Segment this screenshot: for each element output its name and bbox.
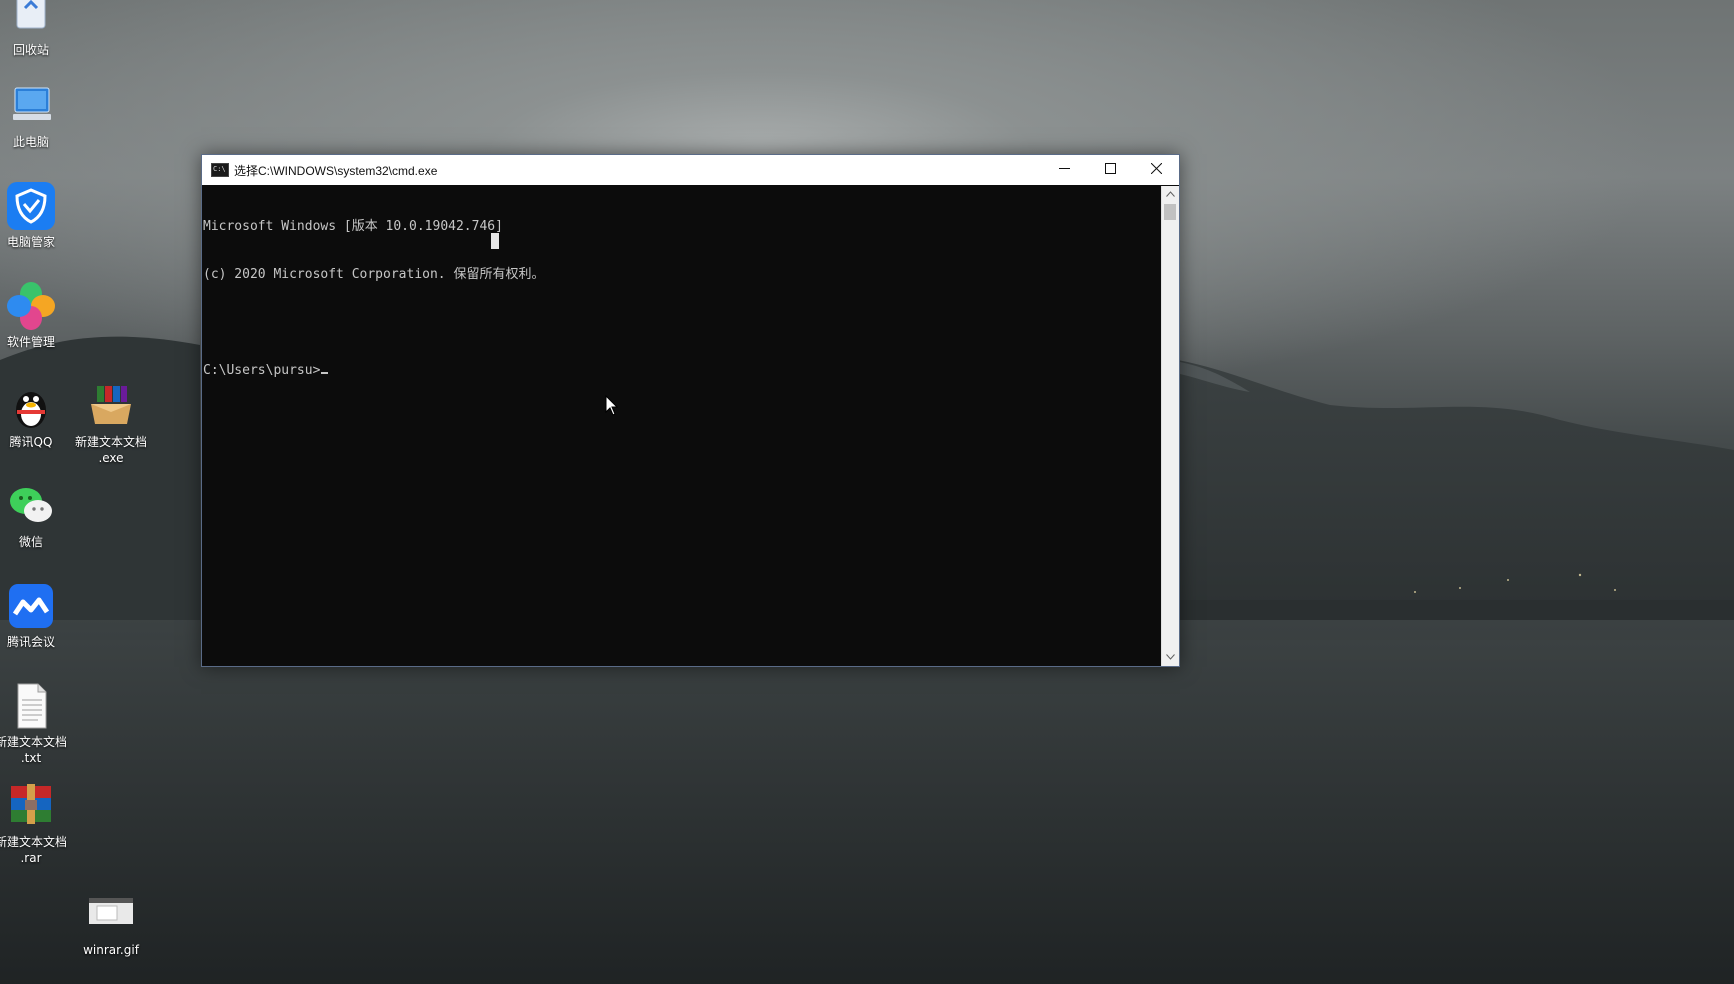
desktop-icon-new-text-txt[interactable]: 新建文本文档 .txt (0, 680, 73, 766)
title-bar[interactable]: 选择C:\WINDOWS\system32\cmd.exe (202, 155, 1179, 185)
vertical-scrollbar[interactable] (1161, 186, 1179, 666)
maximize-icon (1104, 162, 1116, 178)
desktop-icon-pc-manager[interactable]: 电脑管家 (0, 180, 73, 250)
desktop-icon-wechat[interactable]: 微信 (0, 480, 73, 550)
minimize-icon (1058, 162, 1070, 178)
clover-icon (5, 280, 57, 332)
image-file-icon (85, 888, 137, 940)
scroll-thumb[interactable] (1164, 204, 1176, 220)
desktop-icon-this-pc[interactable]: 此电脑 (0, 80, 73, 150)
desktop-icon-tencent-meeting[interactable]: 腾讯会议 (0, 580, 73, 650)
computer-icon (5, 80, 57, 132)
cmd-window[interactable]: 选择C:\WINDOWS\system32\cmd.exe Microsoft … (201, 154, 1180, 667)
package-icon (85, 380, 137, 432)
desktop-icon-label: 新建文本文档 .rar (0, 835, 67, 865)
scroll-up-button[interactable] (1162, 186, 1179, 203)
cmd-app-icon (211, 163, 229, 177)
chat-bubbles-icon (5, 480, 57, 532)
recycle-bin-icon (5, 0, 57, 40)
winrar-icon (5, 780, 57, 832)
selection-block-cursor (491, 233, 499, 249)
mouse-pointer-icon (605, 394, 619, 421)
desktop-icon-new-text-exe[interactable]: 新建文本文档 .exe (69, 380, 153, 466)
meeting-icon (5, 580, 57, 632)
desktop-icon-label: 腾讯QQ (9, 435, 53, 449)
desktop-icon-label: 新建文本文档 .exe (74, 435, 147, 465)
desktop-icon-label: 电脑管家 (6, 235, 55, 249)
desktop-icon-winrar-gif[interactable]: winrar.gif (69, 888, 153, 958)
console-output[interactable]: Microsoft Windows [版本 10.0.19042.746] (c… (202, 186, 1162, 666)
desktop-icon-label: 腾讯会议 (6, 635, 55, 649)
console-line: (c) 2020 Microsoft Corporation. 保留所有权利。 (203, 267, 545, 282)
maximize-button[interactable] (1087, 155, 1133, 185)
prompt-text: C:\Users\pursu> (203, 363, 321, 378)
scroll-down-button[interactable] (1162, 649, 1179, 666)
desktop-icon-label: 软件管理 (6, 335, 55, 349)
desktop-icon-software-manager[interactable]: 软件管理 (0, 280, 73, 350)
minimize-button[interactable] (1041, 155, 1087, 185)
shield-icon (5, 180, 57, 232)
chevron-up-icon (1166, 190, 1175, 200)
desktop-icon-tencent-qq[interactable]: 腾讯QQ (0, 380, 73, 450)
chevron-down-icon (1166, 653, 1175, 663)
text-cursor (321, 372, 329, 374)
desktop-icon-label: 新建文本文档 .txt (0, 735, 67, 765)
desktop-icon-label: 此电脑 (12, 135, 49, 149)
desktop-icon-label: 回收站 (12, 43, 49, 57)
desktop-icon-label: 微信 (18, 535, 43, 549)
close-button[interactable] (1133, 155, 1179, 185)
desktop-icon-label: winrar.gif (83, 943, 139, 957)
console-line: Microsoft Windows [版本 10.0.19042.746] (203, 219, 503, 234)
text-file-icon (5, 680, 57, 732)
prompt-line: C:\Users\pursu> (203, 363, 1162, 379)
window-title: 选择C:\WINDOWS\system32\cmd.exe (234, 163, 438, 178)
close-icon (1150, 162, 1162, 178)
desktop-icon-new-text-rar[interactable]: 新建文本文档 .rar (0, 780, 73, 866)
desktop-icon-recycle-bin[interactable]: 回收站 (0, 0, 73, 58)
penguin-icon (5, 380, 57, 432)
